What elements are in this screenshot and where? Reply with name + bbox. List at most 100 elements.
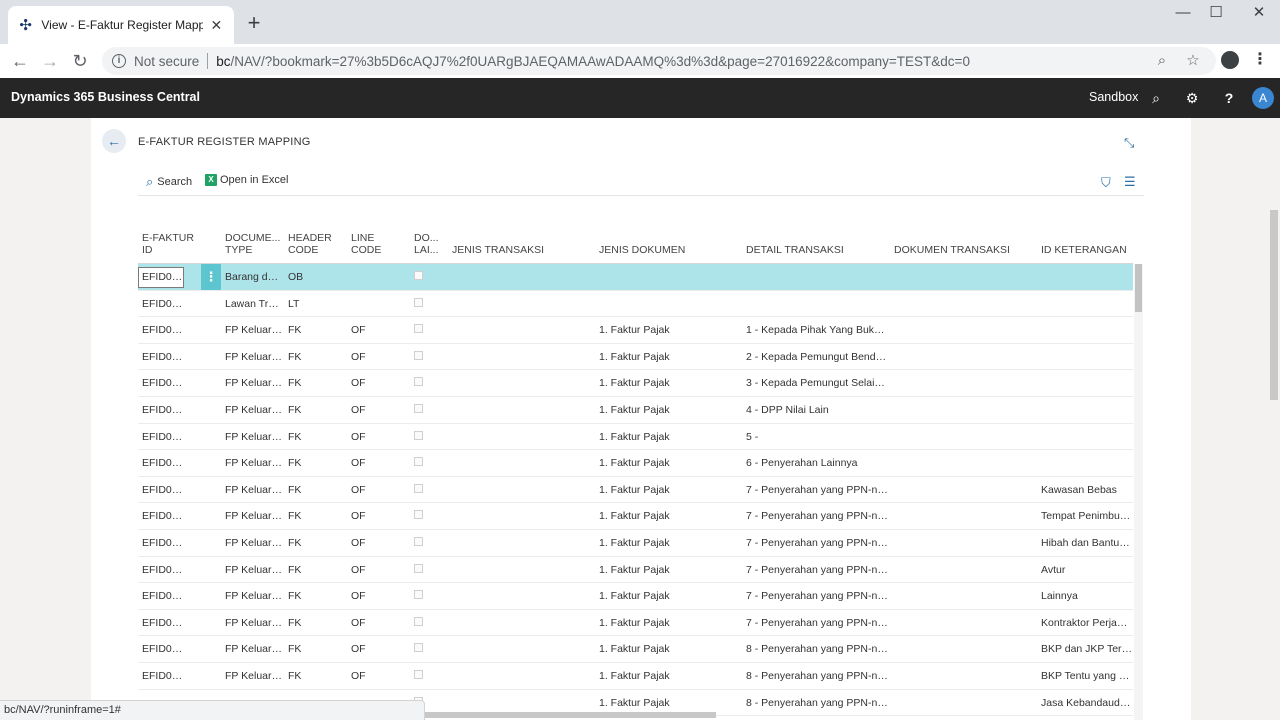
column-header-do[interactable]: DO... LAI...	[414, 232, 439, 256]
cell-document-type[interactable]: FP Keluaran	[225, 643, 283, 655]
cell-detail-transaksi[interactable]: 2 - Kepada Pemungut Bendaha...	[746, 351, 888, 363]
cell-header-code[interactable]: FK	[288, 324, 343, 336]
cell-line-code[interactable]: OF	[351, 404, 406, 416]
table-row[interactable]: EFID0008 FP Keluaran FK OF 1. Faktur Pajak 6 …	[138, 450, 1133, 477]
checkbox[interactable]	[414, 430, 423, 440]
cell-id-keterangan[interactable]: Lainnya	[1041, 590, 1133, 602]
open-in-excel-button[interactable]: X Open in Excel	[205, 174, 288, 186]
checkbox[interactable]	[414, 377, 423, 387]
checkbox[interactable]	[414, 324, 423, 334]
table-row[interactable]: EFID0005 FP Keluaran FK OF 1. Faktur Pajak 3 …	[138, 370, 1133, 397]
forward-arrow-icon[interactable]: →	[38, 50, 62, 72]
avatar[interactable]: A	[1252, 87, 1274, 109]
cell-line-code[interactable]: OF	[351, 564, 406, 576]
cell-id-keterangan[interactable]: BKP dan JKP Tertentu	[1041, 643, 1133, 655]
cell-detail-transaksi[interactable]: 6 - Penyerahan Lainnya	[746, 457, 888, 469]
cell-jenis-dokumen[interactable]: 1. Faktur Pajak	[599, 697, 739, 709]
cell-jenis-dokumen[interactable]: 1. Faktur Pajak	[599, 431, 739, 443]
cell-jenis-dokumen[interactable]: 1. Faktur Pajak	[599, 564, 739, 576]
table-row[interactable]: EFID0013 FP Keluaran FK OF 1. Faktur Pajak 7 …	[138, 583, 1133, 610]
cell-header-code[interactable]: FK	[288, 510, 343, 522]
collapse-icon[interactable]: ⤡	[1124, 135, 1134, 151]
cell-efaktur-id[interactable]: EFID0007	[142, 431, 186, 443]
cell-jenis-dokumen[interactable]: 1. Faktur Pajak	[599, 351, 739, 363]
cell-line-code[interactable]: OF	[351, 590, 406, 602]
column-header-jenis-transaksi[interactable]: JENIS TRANSAKSI	[452, 244, 544, 256]
cell-line-code[interactable]: OF	[351, 510, 406, 522]
list-view-icon[interactable]: ☰	[1124, 174, 1136, 190]
cell-jenis-dokumen[interactable]: 1. Faktur Pajak	[599, 404, 739, 416]
cell-document-type[interactable]: Barang dan...	[225, 271, 283, 283]
cell-header-code[interactable]: LT	[288, 298, 343, 310]
cell-line-code[interactable]: OF	[351, 324, 406, 336]
cell-efaktur-id[interactable]: EFID0014	[142, 617, 186, 629]
cell-line-code[interactable]: OF	[351, 431, 406, 443]
grid-horizontal-scroll-thumb[interactable]	[401, 712, 716, 718]
new-tab-icon[interactable]: +	[244, 12, 264, 34]
checkbox[interactable]	[414, 404, 423, 413]
back-arrow-icon[interactable]: ←	[8, 50, 32, 72]
checkbox[interactable]	[414, 537, 423, 546]
cell-efaktur-id[interactable]: EFID0013	[142, 590, 186, 602]
checkbox[interactable]	[414, 271, 423, 280]
cell-detail-transaksi[interactable]: 8 - Penyerahan yang PPN-nya ...	[746, 670, 888, 682]
cell-header-code[interactable]: FK	[288, 351, 343, 363]
tab-close-icon[interactable]: ✕	[209, 17, 224, 34]
cell-document-type[interactable]: FP Keluaran	[225, 404, 283, 416]
column-header-id-keterangan[interactable]: ID KETERANGAN	[1041, 244, 1127, 256]
cell-detail-transaksi[interactable]: 4 - DPP Nilai Lain	[746, 404, 888, 416]
cell-jenis-dokumen[interactable]: 1. Faktur Pajak	[599, 670, 739, 682]
cell-line-code[interactable]: OF	[351, 537, 406, 549]
cell-efaktur-id[interactable]: EFID0012	[142, 564, 186, 576]
cell-header-code[interactable]: FK	[288, 617, 343, 629]
checkbox[interactable]	[414, 483, 423, 493]
cell-efaktur-id[interactable]: EFID0002	[142, 298, 186, 310]
table-row[interactable]: EFID0009 FP Keluaran FK OF 1. Faktur Pajak 7 …	[138, 477, 1133, 504]
cell-jenis-dokumen[interactable]: 1. Faktur Pajak	[599, 510, 739, 522]
cell-header-code[interactable]: FK	[288, 670, 343, 682]
cell-efaktur-id[interactable]: EFID0001	[142, 271, 186, 283]
cell-document-type[interactable]: FP Keluaran	[225, 537, 283, 549]
page-scroll-thumb[interactable]	[1270, 210, 1278, 400]
column-header-line-code[interactable]: LINE CODE	[351, 232, 381, 256]
row-actions-icon[interactable]: ⋮	[201, 264, 221, 290]
column-header-efaktur-id[interactable]: E-FAKTUR ID	[142, 232, 194, 256]
cell-id-keterangan[interactable]: Kontraktor Perjanjian	[1041, 617, 1133, 629]
cell-header-code[interactable]: FK	[288, 643, 343, 655]
cell-efaktur-id[interactable]: EFID0016	[142, 670, 186, 682]
cell-line-code[interactable]: OF	[351, 457, 406, 469]
cell-line-code[interactable]: OF	[351, 484, 406, 496]
column-header-dokumen-transaksi[interactable]: DOKUMEN TRANSAKSI	[894, 244, 1010, 256]
cell-document-type[interactable]: FP Keluaran	[225, 457, 283, 469]
zoom-icon[interactable]: ⌕	[1152, 51, 1172, 71]
cell-document-type[interactable]: FP Keluaran	[225, 431, 283, 443]
cell-id-keterangan[interactable]: BKP Tentu yang Bersi	[1041, 670, 1133, 682]
column-header-jenis-dokumen[interactable]: JENIS DOKUMEN	[599, 244, 685, 256]
cell-efaktur-id[interactable]: EFID0011	[142, 537, 186, 549]
table-row[interactable]: EFID0006 FP Keluaran FK OF 1. Faktur Pajak 4 …	[138, 397, 1133, 424]
cell-document-type[interactable]: FP Keluaran	[225, 484, 283, 496]
cell-detail-transaksi[interactable]: 7 - Penyerahan yang PPN-nya ...	[746, 484, 888, 496]
cell-jenis-dokumen[interactable]: 1. Faktur Pajak	[599, 617, 739, 629]
bookmark-star-icon[interactable]: ☆	[1183, 51, 1203, 71]
cell-id-keterangan[interactable]: Hibah dan Bantuan L	[1041, 537, 1133, 549]
table-row[interactable]: EFID0011 FP Keluaran FK OF 1. Faktur Pajak 7 …	[138, 530, 1133, 557]
browser-tab[interactable]: ✣ View - E-Faktur Register Mapping ✕	[8, 6, 234, 44]
column-header-header-code[interactable]: HEADER CODE	[288, 232, 332, 256]
cell-line-code[interactable]: OF	[351, 351, 406, 363]
cell-document-type[interactable]: FP Keluaran	[225, 510, 283, 522]
cell-header-code[interactable]: FK	[288, 377, 343, 389]
cell-efaktur-id[interactable]: EFID0008	[142, 457, 186, 469]
gear-icon[interactable]: ⚙	[1183, 89, 1201, 107]
cell-detail-transaksi[interactable]: 7 - Penyerahan yang PPN-nya ...	[746, 537, 888, 549]
search-icon[interactable]: ⌕	[1147, 89, 1165, 107]
cell-jenis-dokumen[interactable]: 1. Faktur Pajak	[599, 324, 739, 336]
grid-vertical-scrollbar[interactable]	[1134, 264, 1143, 720]
table-row[interactable]: EFID0015 FP Keluaran FK OF 1. Faktur Pajak 8 …	[138, 636, 1133, 663]
cell-detail-transaksi[interactable]: 1 - Kepada Pihak Yang Bukan P...	[746, 324, 888, 336]
cell-efaktur-id[interactable]: EFID0010	[142, 510, 186, 522]
table-row[interactable]: ⋮ EFID0001 Barang dan... OB	[138, 264, 1133, 291]
checkbox[interactable]	[414, 643, 423, 653]
back-icon[interactable]: ←	[102, 129, 126, 153]
cell-id-keterangan[interactable]: Tempat Penimbunan	[1041, 510, 1133, 522]
